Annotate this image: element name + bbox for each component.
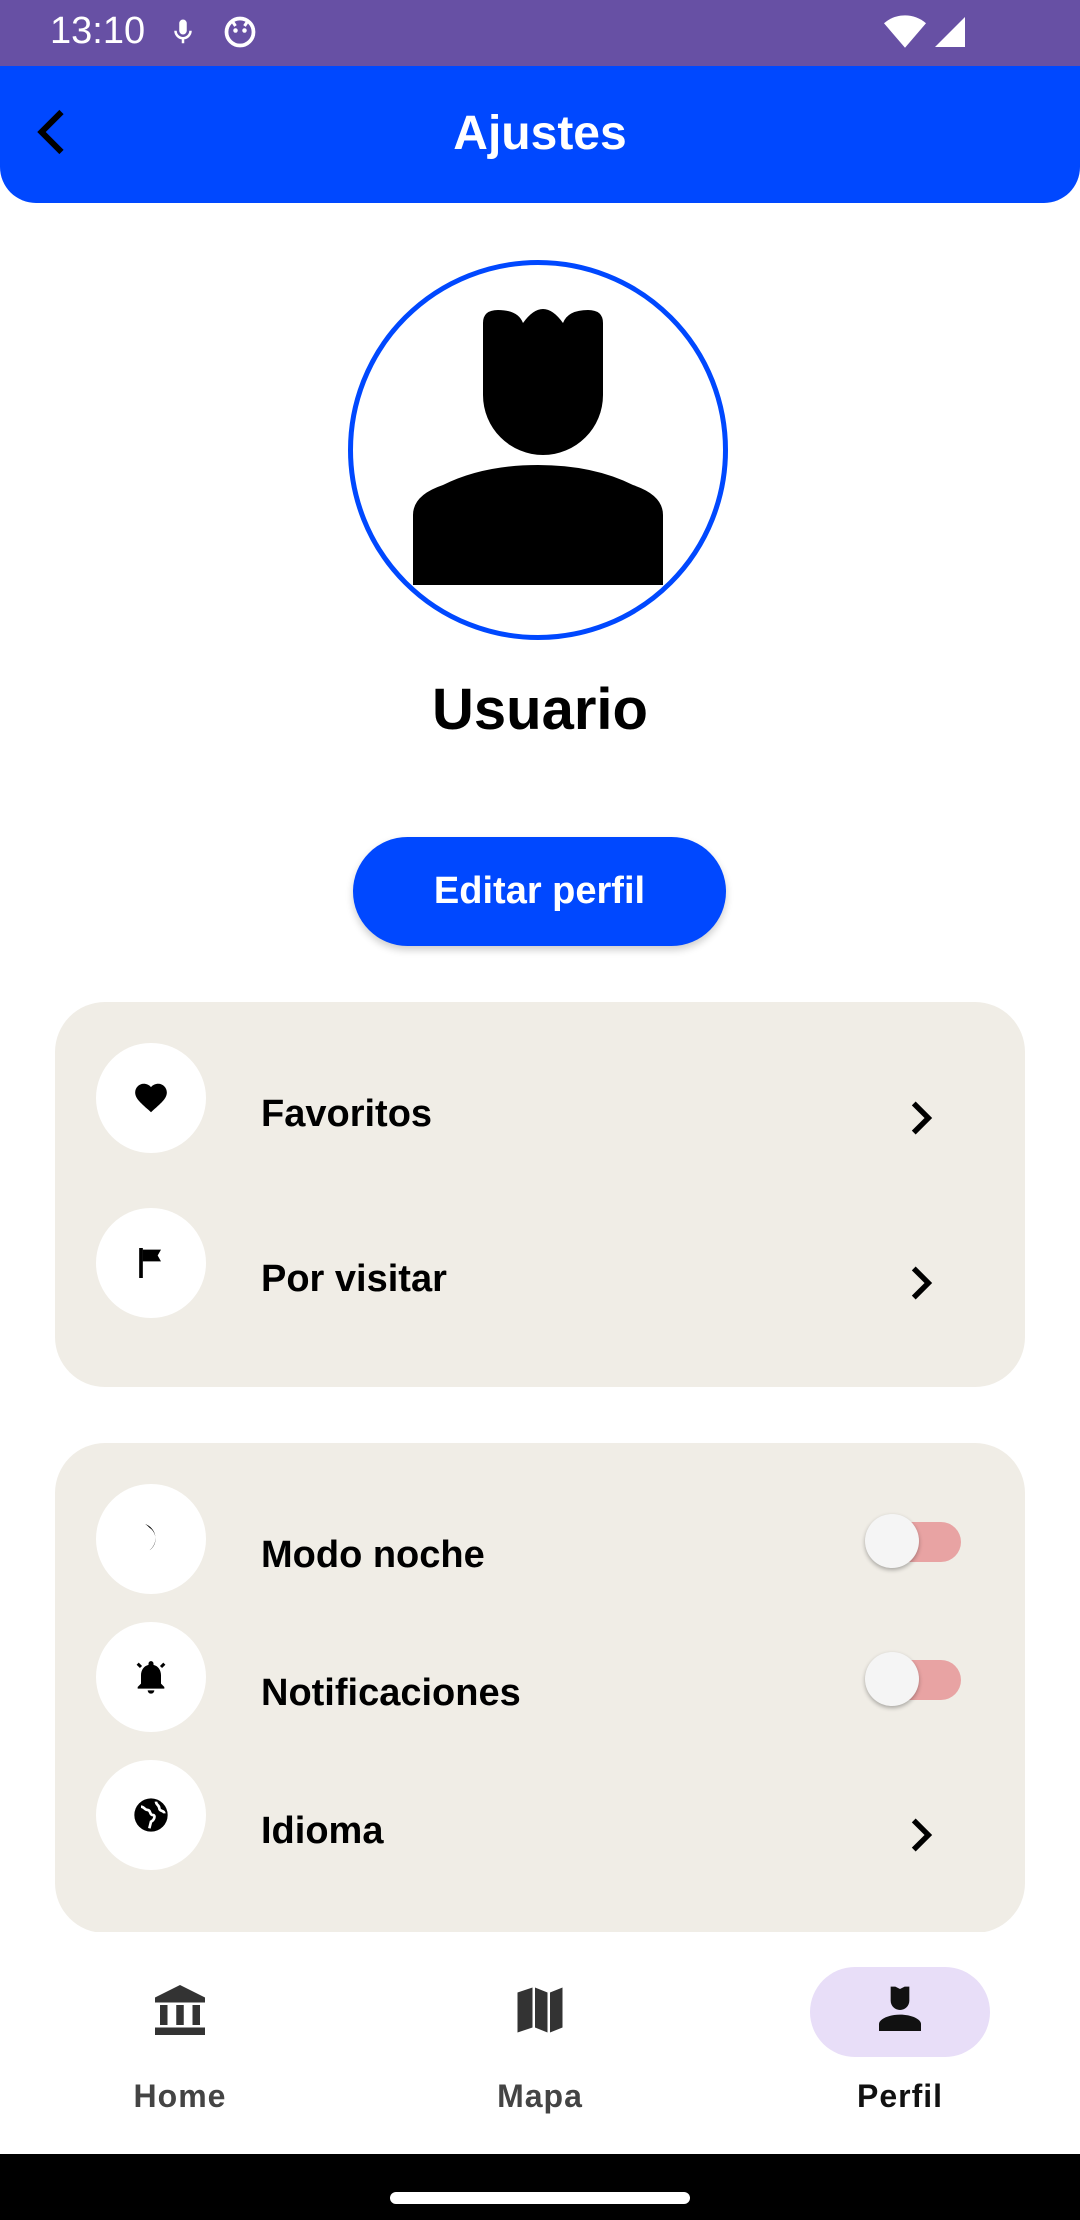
list-item-por-visitar[interactable]: Por visitar <box>55 1208 1025 1318</box>
edit-profile-button[interactable]: Editar perfil <box>353 837 726 946</box>
heart-icon <box>96 1043 206 1153</box>
lists-card: Favoritos Por visitar <box>55 1002 1025 1387</box>
mic-icon <box>168 14 198 55</box>
chevron-right-icon <box>895 1258 945 1308</box>
setting-idioma[interactable]: Idioma <box>55 1760 1025 1870</box>
signal-icon <box>932 14 968 55</box>
person-icon <box>872 1982 928 2043</box>
map-icon <box>510 1980 570 2045</box>
settings-card: Modo noche Notificaciones Idioma <box>55 1443 1025 1933</box>
chevron-right-icon <box>895 1093 945 1143</box>
gesture-bar <box>0 2154 1080 2220</box>
page-title: Ajustes <box>453 107 627 160</box>
idioma-label: Idioma <box>261 1810 384 1852</box>
modo-noche-label: Modo noche <box>261 1534 485 1576</box>
status-time: 13:10 <box>50 10 146 52</box>
list-item-favoritos[interactable]: Favoritos <box>55 1043 1025 1153</box>
por-visitar-label: Por visitar <box>261 1258 447 1300</box>
nav-perfil[interactable]: Perfil <box>750 1932 1050 2154</box>
face-icon <box>222 14 258 55</box>
nav-home-label: Home <box>133 2078 227 2114</box>
globe-icon <box>96 1760 206 1870</box>
username: Usuario <box>432 677 648 742</box>
nav-mapa[interactable]: Mapa <box>390 1932 690 2154</box>
modo-noche-toggle[interactable] <box>865 1514 965 1568</box>
status-bar: 13:10 <box>0 0 1080 66</box>
notificaciones-label: Notificaciones <box>261 1672 521 1714</box>
app-bar: Ajustes <box>0 66 1080 203</box>
museum-icon <box>150 1980 210 2045</box>
chevron-right-icon <box>895 1810 945 1860</box>
flag-icon <box>96 1208 206 1318</box>
nav-perfil-label: Perfil <box>856 2078 944 2114</box>
avatar[interactable] <box>348 260 728 640</box>
nav-home[interactable]: Home <box>30 1932 330 2154</box>
favoritos-label: Favoritos <box>261 1093 433 1135</box>
home-gesture-handle[interactable] <box>390 2192 690 2204</box>
bottom-nav: Home Mapa Perfil <box>0 1932 1080 2154</box>
setting-notificaciones: Notificaciones <box>55 1622 1025 1732</box>
nav-mapa-label: Mapa <box>497 2078 583 2114</box>
setting-modo-noche: Modo noche <box>55 1484 1025 1594</box>
moon-icon <box>96 1484 206 1594</box>
bell-icon <box>96 1622 206 1732</box>
notificaciones-toggle[interactable] <box>865 1652 965 1706</box>
wifi-icon <box>884 14 926 55</box>
